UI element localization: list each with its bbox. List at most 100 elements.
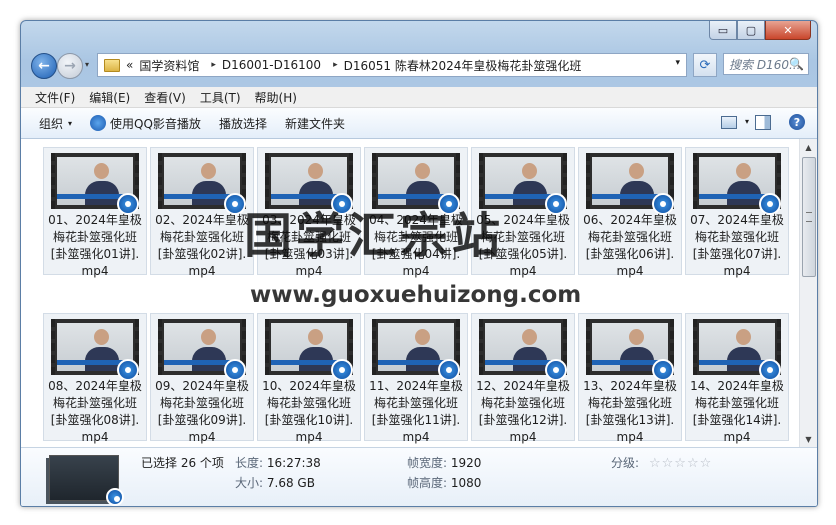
presenter-body: [192, 347, 226, 371]
file-tile[interactable]: 13、2024年皇极梅花卦筮强化班[卦筮强化13讲].mp4: [578, 313, 682, 444]
presenter-body: [513, 181, 547, 205]
menu-tools[interactable]: 工具(T): [200, 89, 241, 106]
size-field: 大小: 7.68 GB: [235, 474, 315, 491]
menu-view[interactable]: 查看(V): [144, 89, 186, 106]
file-tile[interactable]: 06、2024年皇极梅花卦筮强化班[卦筮强化06讲].mp4: [578, 147, 682, 278]
video-thumbnail: [51, 319, 139, 381]
presenter-head: [308, 329, 323, 345]
refresh-button[interactable]: ⟳: [693, 53, 717, 77]
scroll-down-arrow[interactable]: ▼: [800, 431, 817, 447]
presenter-body: [85, 347, 119, 371]
presenter-body: [727, 347, 761, 371]
video-thumbnail: [158, 153, 246, 215]
file-name: 08、2024年皇极梅花卦筮强化班[卦筮强化08讲].mp4: [48, 379, 142, 444]
file-tile[interactable]: 08、2024年皇极梅花卦筮强化班[卦筮强化08讲].mp4: [43, 313, 147, 444]
breadcrumb-segment-2[interactable]: D16001-D16100: [222, 58, 321, 72]
file-name: 01、2024年皇极梅花卦筮强化班[卦筮强化01讲].mp4: [48, 213, 142, 278]
video-thumbnail: [479, 319, 567, 381]
menu-bar: 文件(F) 编辑(E) 查看(V) 工具(T) 帮助(H): [21, 87, 817, 108]
presenter-body: [85, 181, 119, 205]
file-name: 02、2024年皇极梅花卦筮强化班[卦筮强化02讲].mp4: [155, 213, 249, 278]
forward-button[interactable]: →: [57, 53, 83, 79]
menu-help[interactable]: 帮助(H): [255, 89, 297, 106]
back-button[interactable]: ←: [31, 53, 57, 79]
breadcrumb-separator[interactable]: ▸: [333, 60, 338, 70]
caption-buttons: ▭ ▢ ✕: [709, 21, 811, 40]
file-name: 03、2024年皇极梅花卦筮强化班[卦筮强化03讲].mp4: [262, 213, 356, 278]
presenter-head: [736, 163, 751, 179]
frame-width-label: 帧宽度:: [407, 456, 448, 470]
video-thumbnail: [586, 319, 674, 381]
file-tile[interactable]: 05、2024年皇极梅花卦筮强化班[卦筮强化05讲].mp4: [471, 147, 575, 278]
scroll-thumb[interactable]: [802, 157, 816, 277]
video-thumbnail: [693, 153, 781, 215]
file-tile[interactable]: 02、2024年皇极梅花卦筮强化班[卦筮强化02讲].mp4: [150, 147, 254, 278]
play-selection-button[interactable]: 播放选择: [219, 115, 267, 132]
presenter-body: [406, 181, 440, 205]
file-name: 10、2024年皇极梅花卦筮强化班[卦筮强化10讲].mp4: [262, 379, 356, 444]
minimize-button[interactable]: ▭: [709, 21, 737, 40]
view-options-icon[interactable]: [721, 116, 737, 129]
preview-pane-icon[interactable]: [755, 115, 771, 130]
address-bar[interactable]: « 国学资料馆 ▸ D16001-D16100 ▸ D16051 陈春林2024…: [97, 53, 687, 77]
presenter-head: [201, 329, 216, 345]
file-name: 09、2024年皇极梅花卦筮强化班[卦筮强化09讲].mp4: [155, 379, 249, 444]
file-tile[interactable]: 12、2024年皇极梅花卦筮强化班[卦筮强化12讲].mp4: [471, 313, 575, 444]
search-input[interactable]: 搜索 D160... 🔍: [723, 53, 809, 75]
file-tile[interactable]: 04、2024年皇极梅花卦筮强化班[卦筮强化04讲].mp4: [364, 147, 468, 278]
file-tile[interactable]: 09、2024年皇极梅花卦筮强化班[卦筮强化09讲].mp4: [150, 313, 254, 444]
menu-edit[interactable]: 编辑(E): [89, 89, 130, 106]
command-bar: 组织 ▾ 使用QQ影音播放 播放选择 新建文件夹 ▾ ?: [21, 108, 817, 139]
frame-width-value: 1920: [450, 456, 482, 470]
file-name: 12、2024年皇极梅花卦筮强化班[卦筮强化12讲].mp4: [476, 379, 570, 444]
frame-height-label: 帧高度:: [407, 476, 448, 490]
menu-file[interactable]: 文件(F): [35, 89, 75, 106]
presenter-head: [629, 329, 644, 345]
presenter-head: [94, 329, 109, 345]
file-tile[interactable]: 10、2024年皇极梅花卦筮强化班[卦筮强化10讲].mp4: [257, 313, 361, 444]
rating-stars[interactable]: ☆☆☆☆☆: [649, 456, 712, 471]
presenter-head: [94, 163, 109, 179]
view-dropdown-icon[interactable]: ▾: [745, 117, 749, 126]
file-tile[interactable]: 01、2024年皇极梅花卦筮强化班[卦筮强化01讲].mp4: [43, 147, 147, 278]
search-icon[interactable]: 🔍: [789, 57, 804, 71]
presenter-head: [415, 163, 430, 179]
presenter-body: [299, 347, 333, 371]
file-name: 07、2024年皇极梅花卦筮强化班[卦筮强化07讲].mp4: [690, 213, 784, 278]
address-dropdown[interactable]: ▾: [675, 58, 680, 68]
close-button[interactable]: ✕: [765, 21, 811, 40]
recent-pages-dropdown[interactable]: ▾: [85, 60, 89, 69]
maximize-button[interactable]: ▢: [737, 21, 765, 40]
file-tile[interactable]: 07、2024年皇极梅花卦筮强化班[卦筮强化07讲].mp4: [685, 147, 789, 278]
size-label: 大小:: [235, 476, 264, 490]
scroll-grip: [806, 212, 812, 222]
file-tile[interactable]: 11、2024年皇极梅花卦筮强化班[卦筮强化11讲].mp4: [364, 313, 468, 444]
video-thumbnail: [51, 153, 139, 215]
organize-button[interactable]: 组织 ▾: [39, 115, 72, 132]
file-tile[interactable]: 03、2024年皇极梅花卦筮强化班[卦筮强化03讲].mp4: [257, 147, 361, 278]
help-icon[interactable]: ?: [789, 114, 805, 130]
rating-label-text: 分级:: [611, 456, 640, 470]
file-name: 06、2024年皇极梅花卦筮强化班[卦筮强化06讲].mp4: [583, 213, 677, 278]
frame-height-value: 1080: [450, 476, 482, 490]
play-with-qq-label: 使用QQ影音播放: [110, 116, 201, 131]
video-thumbnail: [265, 319, 353, 381]
rating-label: 分级:: [611, 454, 639, 471]
video-thumbnail: [586, 153, 674, 215]
presenter-body: [192, 181, 226, 205]
video-thumbnail: [158, 319, 246, 381]
scroll-up-arrow[interactable]: ▲: [800, 139, 817, 155]
vertical-scrollbar[interactable]: ▲ ▼: [799, 139, 817, 447]
breadcrumb-segment-3[interactable]: D16051 陈春林2024年皇极梅花卦筮强化班: [344, 57, 582, 74]
breadcrumb-separator[interactable]: ▸: [211, 60, 216, 70]
presenter-body: [406, 347, 440, 371]
presenter-body: [513, 347, 547, 371]
navigation-bar: ← → ▾ « 国学资料馆 ▸ D16001-D16100 ▸ D16051 陈…: [27, 51, 811, 79]
breadcrumb-segment-1[interactable]: 国学资料馆: [139, 57, 199, 74]
presenter-head: [201, 163, 216, 179]
new-folder-button[interactable]: 新建文件夹: [285, 115, 345, 132]
address-overflow[interactable]: «: [126, 58, 133, 72]
play-with-qq-button[interactable]: 使用QQ影音播放: [90, 115, 201, 132]
file-tile[interactable]: 14、2024年皇极梅花卦筮强化班[卦筮强化14讲].mp4: [685, 313, 789, 444]
presenter-head: [415, 329, 430, 345]
